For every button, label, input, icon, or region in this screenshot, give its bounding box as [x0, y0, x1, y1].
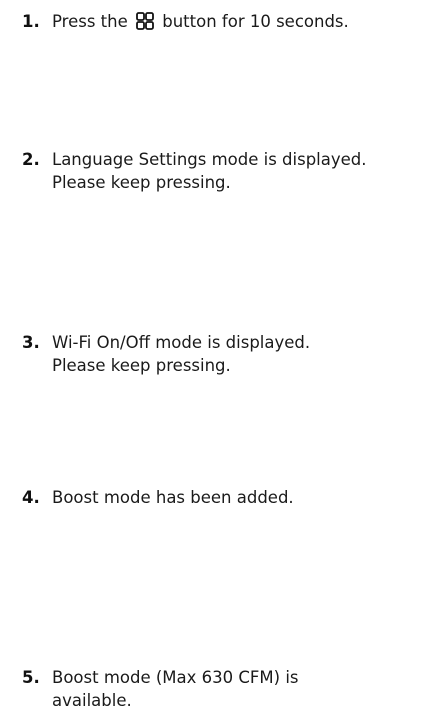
step-number: 5.	[22, 668, 40, 687]
step-text: Boost mode has been added.	[52, 486, 294, 509]
step-text: Language Settings mode is displayed. Ple…	[52, 148, 367, 194]
grid-icon	[136, 12, 154, 30]
step-text-line: Please keep pressing.	[52, 173, 231, 192]
step-text: Press the button for 10 seconds.	[52, 10, 349, 33]
step-number: 4.	[22, 488, 40, 507]
step-number: 3.	[22, 333, 40, 352]
step-text: Boost mode (Max 630 CFM) is available.	[52, 666, 299, 712]
step-number: 2.	[22, 150, 40, 169]
step-text-line: Boost mode has been added.	[52, 488, 294, 507]
step-text-line: available.	[52, 691, 132, 710]
step-number: 1.	[22, 12, 40, 31]
step-5: 5. Boost mode (Max 630 CFM) is available…	[22, 666, 432, 712]
step-4: 4. Boost mode has been added.	[22, 486, 432, 509]
step-text-line: Boost mode (Max 630 CFM) is	[52, 668, 299, 687]
step-text-line: Please keep pressing.	[52, 356, 231, 375]
step-3: 3. Wi-Fi On/Off mode is displayed. Pleas…	[22, 331, 432, 377]
step-text: Wi-Fi On/Off mode is displayed. Please k…	[52, 331, 310, 377]
step-1: 1. Press the button for 10 seconds.	[22, 10, 432, 33]
step-text-line: Wi-Fi On/Off mode is displayed.	[52, 333, 311, 352]
step-text-line: Language Settings mode is displayed.	[52, 150, 367, 169]
step-text-after-icon: button for 10 seconds.	[162, 12, 349, 31]
step-2: 2. Language Settings mode is displayed. …	[22, 148, 432, 194]
step-text-before-icon: Press the	[52, 12, 128, 31]
